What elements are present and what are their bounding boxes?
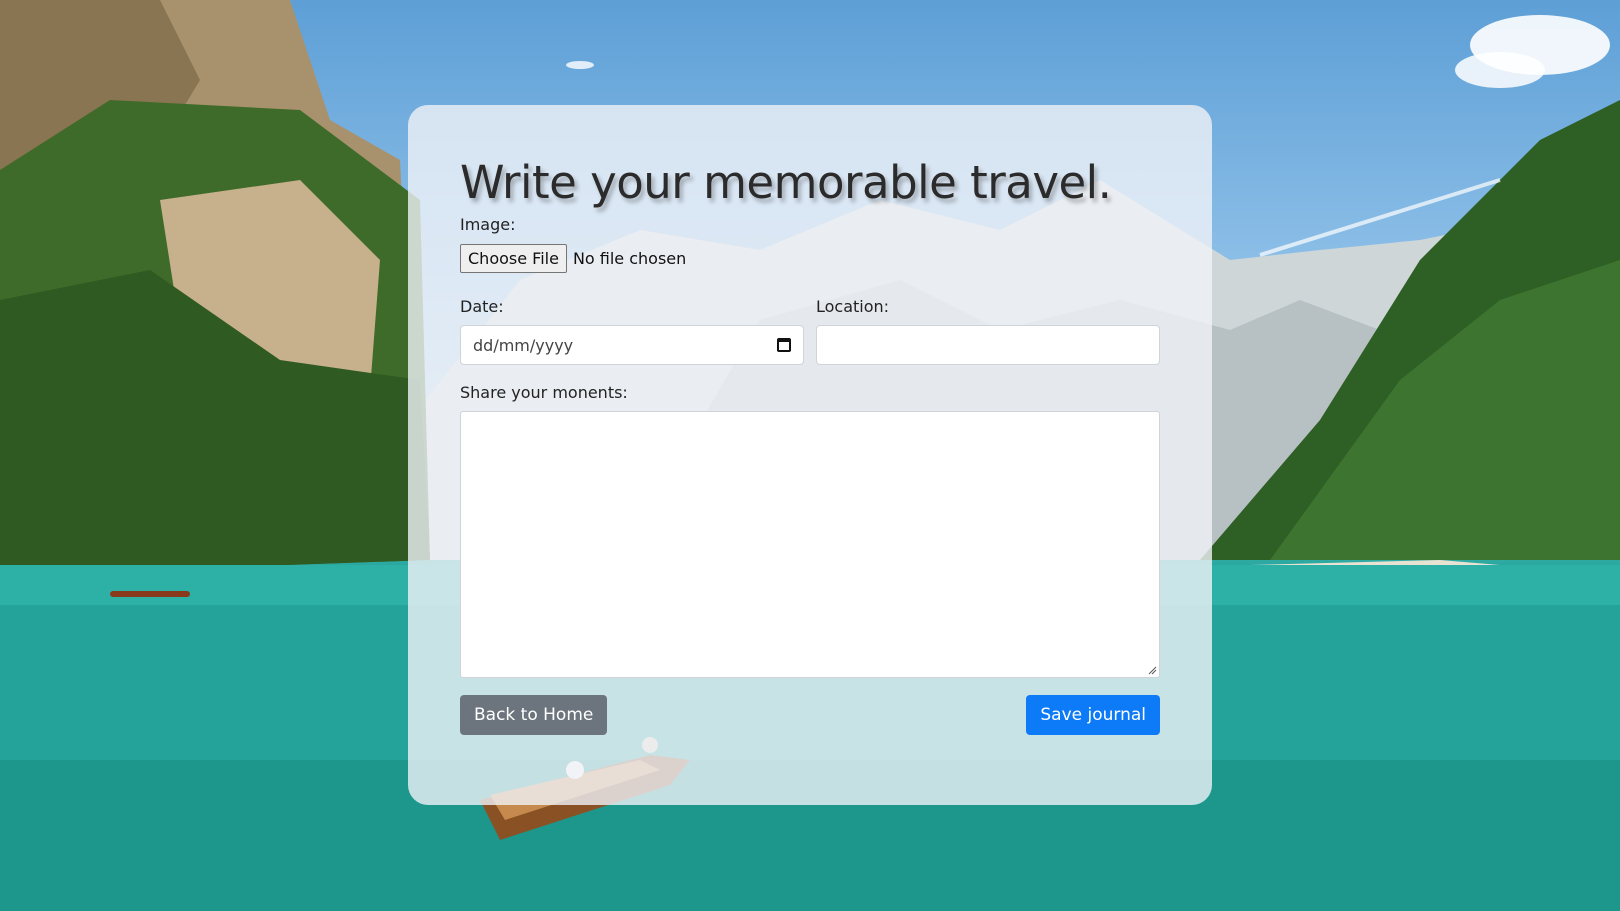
- journal-form-card: Write your memorable travel. Image: Choo…: [408, 105, 1212, 805]
- date-label: Date:: [460, 297, 504, 317]
- date-input[interactable]: dd/mm/yyyy: [460, 325, 804, 366]
- choose-file-button[interactable]: Choose File: [460, 244, 567, 274]
- date-placeholder: dd/mm/yyyy: [473, 335, 574, 355]
- form-actions: Back to Home Save journal: [460, 695, 1160, 736]
- image-label: Image:: [460, 215, 516, 235]
- image-file-input[interactable]: Choose File No file chosen: [460, 244, 1160, 274]
- location-column: Location:: [816, 293, 1160, 366]
- location-input[interactable]: [816, 325, 1160, 366]
- date-location-row: Date: dd/mm/yyyy Location:: [460, 293, 1160, 366]
- resize-handle-icon[interactable]: [1147, 665, 1157, 675]
- file-status-text: No file chosen: [572, 249, 687, 269]
- back-to-home-button[interactable]: Back to Home: [460, 695, 608, 736]
- moments-textarea[interactable]: [460, 411, 1160, 679]
- page-title: Write your memorable travel.: [460, 156, 1112, 209]
- location-label: Location:: [816, 297, 890, 317]
- background-scene: Write your memorable travel. Image: Choo…: [0, 0, 1620, 911]
- date-column: Date: dd/mm/yyyy: [460, 293, 804, 366]
- save-journal-button[interactable]: Save journal: [1026, 695, 1160, 736]
- calendar-icon[interactable]: [777, 338, 791, 353]
- moments-label: Share your monents:: [460, 383, 628, 403]
